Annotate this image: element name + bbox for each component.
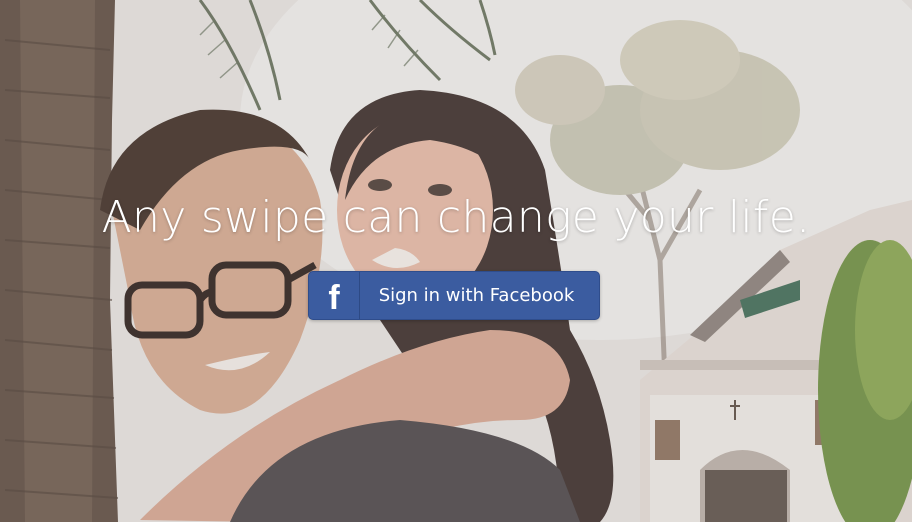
- hero-background-photo: Any swipe can change your life. f Sign i…: [0, 0, 912, 522]
- hero-headline: Any swipe can change your life.: [101, 192, 811, 243]
- facebook-sign-in-label: Sign in with Facebook: [378, 285, 575, 306]
- hero-photo-illustration: [0, 0, 912, 522]
- facebook-f-icon: f: [328, 278, 340, 317]
- facebook-icon-container: f: [309, 272, 360, 319]
- facebook-sign-in-button[interactable]: f Sign in with Facebook: [308, 271, 600, 320]
